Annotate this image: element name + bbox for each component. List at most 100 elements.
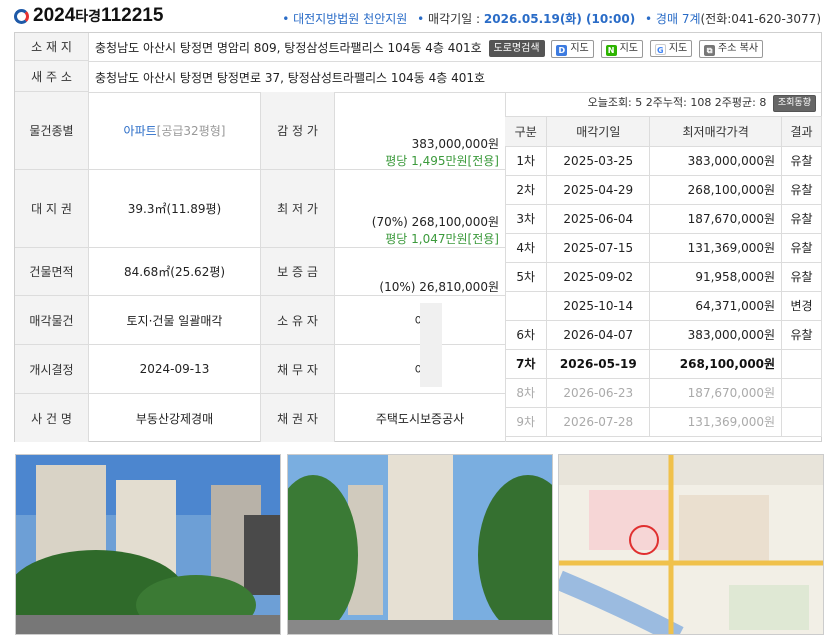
history-date: 2026-05-19 (546, 349, 651, 379)
new-address-value: 충청남도 아산시 탕정면 탕정면로 37, 탕정삼성트라팰리스 104동 4층 … (95, 71, 486, 85)
history-result (781, 349, 822, 379)
history-result: 유찰 (781, 320, 822, 350)
address-label: 소 재 지 (15, 33, 89, 61)
history-round: 1차 (505, 146, 548, 176)
history-price: 187,670,000원 (649, 204, 783, 234)
case-number: 2024타경112215 (33, 5, 164, 26)
naver-map-button[interactable]: N 지도 (600, 39, 643, 58)
history-round: 8차 (505, 378, 548, 408)
history-result: 변경 (781, 291, 822, 321)
debtor-label: 채 무 자 (261, 345, 335, 394)
history-date: 2025-07-15 (546, 233, 651, 263)
copy-icon: ⧉ (704, 44, 716, 56)
history-row: 3차 2025-06-04 187,670,000원 유찰 (505, 204, 822, 234)
history-row: 5차 2025-09-02 91,958,000원 유찰 (505, 262, 822, 292)
history-date: 2025-04-29 (546, 175, 651, 205)
deposit-value: (10%) 26,810,000원 (335, 248, 506, 296)
history-round: 9차 (505, 407, 548, 437)
history-row: 8차 2026-06-23 187,670,000원 (505, 378, 822, 408)
address-value: 충청남도 아산시 탕정면 명암리 809, 탕정삼성트라팰리스 104동 4층 … (95, 39, 764, 58)
history-price: 383,000,000원 (649, 146, 783, 176)
new-address-label: 새 주 소 (15, 61, 89, 92)
appraisal-value: 383,000,000원 평당 1,495만원[전용] (335, 92, 506, 170)
sale-item-value: 토지·건물 일괄매각 (89, 296, 261, 345)
history-result: 유찰 (781, 233, 822, 263)
google-map-button[interactable]: G 지도 (649, 40, 693, 57)
road-search-button[interactable]: 도로명검색 (488, 40, 545, 57)
location-map (559, 455, 823, 634)
sale-history: 오늘조회: 5 2주누적: 108 2주평균: 8 조회동향 구분 매각기일 최… (505, 93, 822, 437)
history-round: 6차 (505, 320, 548, 350)
phone: (전화:041-620-3077) (700, 12, 822, 26)
history-date: 2025-03-25 (546, 146, 651, 176)
view-stats: 오늘조회: 5 2주누적: 108 2주평균: 8 조회동향 (505, 93, 822, 117)
deposit-label: 보 증 금 (261, 248, 335, 296)
type-value: 아파트 [공급32평형] (89, 92, 261, 170)
start-label: 개시결정 (15, 345, 89, 394)
court-name[interactable]: 대전지방법원 천안지원 (293, 12, 407, 26)
owner-label: 소 유 자 (261, 296, 335, 345)
history-row: 9차 2026-07-28 131,369,000원 (505, 407, 822, 437)
history-date: 2026-04-07 (546, 320, 651, 350)
min-price-value: (70%) 268,100,000원 평당 1,047만원[전용] (335, 170, 506, 248)
history-row: 6차 2026-04-07 383,000,000원 유찰 (505, 320, 822, 350)
view-trend-button[interactable]: 조회동향 (772, 94, 816, 112)
case-name-value: 부동산강제경매 (89, 394, 261, 442)
sale-item-label: 매각물건 (15, 296, 89, 345)
history-date: 2025-06-04 (546, 204, 651, 234)
history-row: 7차 2026-05-19 268,100,000원 (505, 349, 822, 379)
history-row: 1차 2025-03-25 383,000,000원 유찰 (505, 146, 822, 176)
building-area-label: 건물면적 (15, 248, 89, 296)
history-result (781, 407, 822, 437)
history-result: 유찰 (781, 262, 822, 292)
history-date: 2025-09-02 (546, 262, 651, 292)
history-table: 구분 매각기일 최저매각가격 결과 1차 2025-03-25 383,000,00… (505, 117, 822, 437)
dept[interactable]: 경매 7계 (656, 12, 701, 26)
land-value: 39.3㎡(11.89평) (89, 170, 261, 248)
case-name-label: 사 건 명 (15, 394, 89, 442)
history-result: 유찰 (781, 146, 822, 176)
photo-building-2[interactable] (287, 454, 553, 635)
start-value: 2024-09-13 (89, 345, 261, 394)
history-price: 131,369,000원 (649, 407, 783, 437)
history-round: 7차 (505, 349, 548, 379)
history-price: 187,670,000원 (649, 378, 783, 408)
redaction-blur (420, 303, 442, 387)
history-row: 4차 2025-07-15 131,369,000원 유찰 (505, 233, 822, 263)
header: 2024타경112215 • 대전지방법원 천안지원 • 매각기일 : 2026… (0, 0, 833, 32)
history-result (781, 378, 822, 408)
copy-address-button[interactable]: ⧉ 주소 복사 (699, 39, 764, 58)
map-image[interactable] (558, 454, 824, 635)
google-icon: G (654, 44, 666, 55)
history-result: 유찰 (781, 175, 822, 205)
history-row: 2차 2025-04-29 268,100,000원 유찰 (505, 175, 822, 205)
history-round: 3차 (505, 204, 548, 234)
history-result: 유찰 (781, 204, 822, 234)
col-result: 결과 (781, 117, 822, 147)
history-date: 2026-06-23 (546, 378, 651, 408)
sale-date: 2026.05.19(화) (10:00) (483, 12, 636, 26)
history-price: 268,100,000원 (649, 175, 783, 205)
history-date: 2025-10-14 (546, 291, 651, 321)
daum-icon: D (556, 44, 568, 56)
creditor-value: 주택도시보증공사 (335, 394, 506, 442)
apartment-photo-1 (16, 455, 280, 634)
type-label: 물건종별 (15, 92, 89, 170)
naver-icon: N (605, 44, 617, 56)
building-area-value: 84.68㎡(25.62평) (89, 248, 261, 296)
history-price: 64,371,000원 (649, 291, 783, 321)
history-date: 2026-07-28 (546, 407, 651, 437)
daum-map-button[interactable]: D 지도 (551, 39, 594, 58)
col-date: 매각기일 (546, 117, 651, 147)
history-price: 383,000,000원 (649, 320, 783, 350)
col-round: 구분 (505, 117, 548, 147)
photo-building-1[interactable] (15, 454, 281, 635)
history-price: 91,958,000원 (649, 262, 783, 292)
history-row: 2025-10-14 64,371,000원 변경 (505, 291, 822, 321)
col-price: 최저매각가격 (649, 117, 783, 147)
min-price-label: 최 저 가 (261, 170, 335, 248)
history-round: 4차 (505, 233, 548, 263)
history-price: 268,100,000원 (649, 349, 783, 379)
history-round: 2차 (505, 175, 548, 205)
header-info: • 대전지방법원 천안지원 • 매각기일 : 2026.05.19(화) (10… (282, 12, 822, 26)
